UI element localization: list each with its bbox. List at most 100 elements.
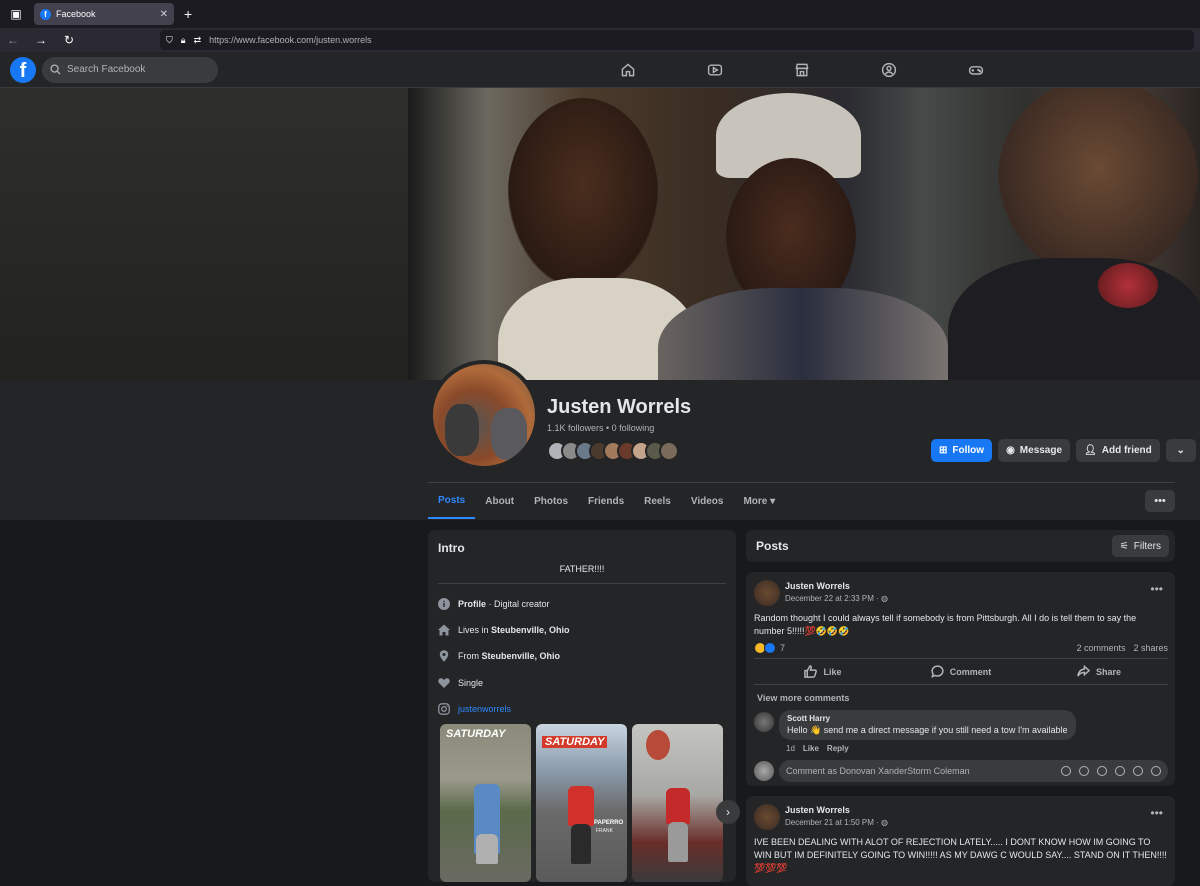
- url-text[interactable]: https://www.facebook.com/justen.worrels: [209, 35, 372, 45]
- comment-button[interactable]: Comment: [892, 659, 1030, 684]
- url-bar[interactable]: ⛉ 🔒︎ ⇄ https://www.facebook.com/justen.w…: [160, 30, 1194, 50]
- like-button[interactable]: Like: [754, 659, 892, 684]
- follow-label: Follow: [952, 445, 985, 456]
- followers-count[interactable]: 1.1K followers • 0 following: [547, 423, 654, 433]
- browser-tab[interactable]: f Facebook ✕: [34, 3, 174, 25]
- view-more-comments[interactable]: View more comments: [757, 693, 849, 703]
- featured-photo[interactable]: SATURDAY: [440, 724, 531, 882]
- cover-figure-left: [508, 98, 658, 288]
- search-icon: [50, 64, 61, 75]
- home-icon: [438, 624, 450, 636]
- post-author-avatar[interactable]: [754, 580, 780, 606]
- featured-photo[interactable]: [632, 724, 723, 882]
- follow-button[interactable]: ⊞ Follow: [931, 439, 993, 462]
- tabs-overflow-button[interactable]: •••: [1145, 490, 1175, 512]
- tab-photos[interactable]: Photos: [524, 483, 578, 519]
- share-icon: [1077, 665, 1090, 677]
- smiley-icon[interactable]: [1097, 766, 1107, 776]
- lock-icon[interactable]: 🔒︎: [181, 35, 186, 46]
- add-friend-button[interactable]: 👤︎ Add friend: [1076, 439, 1160, 462]
- search-input[interactable]: [67, 64, 207, 75]
- nav-video[interactable]: [699, 52, 786, 88]
- comment-reply[interactable]: Reply: [827, 744, 849, 753]
- post-options-icon[interactable]: •••: [1150, 582, 1163, 596]
- camera-icon[interactable]: [1115, 766, 1125, 776]
- cover-photo[interactable]: [408, 88, 1200, 380]
- post-options-icon[interactable]: •••: [1150, 806, 1163, 820]
- write-comment-input[interactable]: [786, 766, 1061, 776]
- sticker-icon[interactable]: [1151, 766, 1161, 776]
- location-pin-icon: [439, 650, 449, 662]
- photos-next-button[interactable]: ›: [716, 800, 740, 824]
- profile-avatar[interactable]: [429, 360, 539, 470]
- tab-friends[interactable]: Friends: [578, 483, 634, 519]
- avatar-sticker-icon[interactable]: [1061, 766, 1071, 776]
- tab-reels[interactable]: Reels: [634, 483, 681, 519]
- photo-person: [568, 786, 594, 826]
- shield-icon[interactable]: ⛉: [166, 35, 173, 46]
- facebook-logo-icon[interactable]: f: [10, 56, 36, 83]
- post-date-text[interactable]: December 22 at 2:33 PM ·: [785, 594, 881, 603]
- post-author[interactable]: Justen Worrels: [785, 581, 850, 591]
- friend-avatar[interactable]: [659, 441, 679, 461]
- intro-lives-row: Lives in Steubenville, Ohio: [438, 624, 570, 636]
- permissions-icon[interactable]: ⇄: [194, 35, 202, 46]
- post-date-text[interactable]: December 21 at 1:50 PM ·: [785, 818, 881, 827]
- globe-icon: ◍: [881, 594, 889, 603]
- post-card: Justen Worrels December 22 at 2:33 PM · …: [746, 572, 1175, 786]
- photo-caption: SATURDAY: [542, 736, 608, 748]
- intro-lives-city[interactable]: Steubenville, Ohio: [491, 625, 570, 635]
- posts-header-card: Posts ⚟ Filters: [746, 530, 1175, 562]
- chevron-right-icon: ›: [726, 805, 730, 819]
- emoji-icon[interactable]: [1079, 766, 1089, 776]
- tab-posts[interactable]: Posts: [428, 483, 476, 519]
- groups-icon: [881, 62, 897, 78]
- search-box[interactable]: [42, 56, 218, 83]
- comments-count[interactable]: 2 comments: [1076, 643, 1125, 653]
- add-friend-icon: 👤︎: [1084, 445, 1097, 456]
- back-icon[interactable]: ←: [6, 33, 20, 47]
- forward-icon[interactable]: →: [34, 33, 48, 47]
- tab-about[interactable]: About: [475, 483, 524, 519]
- reaction-count[interactable]: 7: [780, 643, 785, 653]
- post-author[interactable]: Justen Worrels: [785, 805, 850, 815]
- more-actions-button[interactable]: ⌄: [1165, 439, 1196, 462]
- posts-title: Posts: [756, 539, 789, 553]
- nav-home[interactable]: [612, 52, 699, 88]
- tab-more[interactable]: More ▾: [733, 483, 785, 519]
- post-text: IVE BEEN DEALING WITH ALOT OF REJECTION …: [754, 837, 1167, 873]
- tab-list-icon[interactable]: ▣: [4, 2, 28, 26]
- comment-author[interactable]: Scott Harry: [787, 714, 1068, 723]
- featured-photo[interactable]: SATURDAY PAPERRO FRANK: [536, 724, 627, 882]
- avatar-figure-right: [491, 408, 527, 460]
- close-tab-icon[interactable]: ✕: [160, 9, 168, 20]
- like-label: Like: [823, 666, 842, 677]
- nav-groups[interactable]: [873, 52, 960, 88]
- cover-figure-middle-body: [658, 288, 948, 380]
- tab-videos[interactable]: Videos: [681, 483, 734, 519]
- reload-icon[interactable]: ↻: [62, 33, 76, 47]
- nav-gaming[interactable]: [960, 52, 1047, 88]
- photo-sign-text-2: FRANK: [596, 828, 613, 834]
- cover-figure-right-body: [948, 258, 1200, 380]
- message-button[interactable]: ◉ Message: [998, 439, 1071, 462]
- post-stats: 2 comments 2 shares: [1076, 643, 1168, 653]
- nav-marketplace[interactable]: [786, 52, 873, 88]
- share-button[interactable]: Share: [1030, 659, 1168, 684]
- filters-button[interactable]: ⚟ Filters: [1111, 535, 1169, 557]
- post-card: Justen Worrels December 21 at 1:50 PM · …: [746, 796, 1175, 886]
- comment-like[interactable]: Like: [803, 744, 819, 753]
- comment-time[interactable]: 1d: [786, 744, 795, 753]
- follow-icon: ⊞: [939, 445, 948, 456]
- intro-instagram-link[interactable]: justenworrels: [458, 704, 511, 714]
- post-reactions-row: 7 2 comments 2 shares: [754, 642, 1168, 654]
- comment-text: Hello 👋 send me a direct message if you …: [787, 725, 1068, 735]
- shares-count[interactable]: 2 shares: [1133, 643, 1168, 653]
- gif-icon[interactable]: [1133, 766, 1143, 776]
- new-tab-icon[interactable]: +: [184, 6, 192, 22]
- post-author-avatar[interactable]: [754, 804, 780, 830]
- intro-from-city[interactable]: Steubenville, Ohio: [482, 651, 561, 661]
- intro-relationship-row: Single: [438, 677, 483, 689]
- write-comment-box[interactable]: [779, 760, 1168, 782]
- comment-author-avatar[interactable]: [754, 712, 774, 732]
